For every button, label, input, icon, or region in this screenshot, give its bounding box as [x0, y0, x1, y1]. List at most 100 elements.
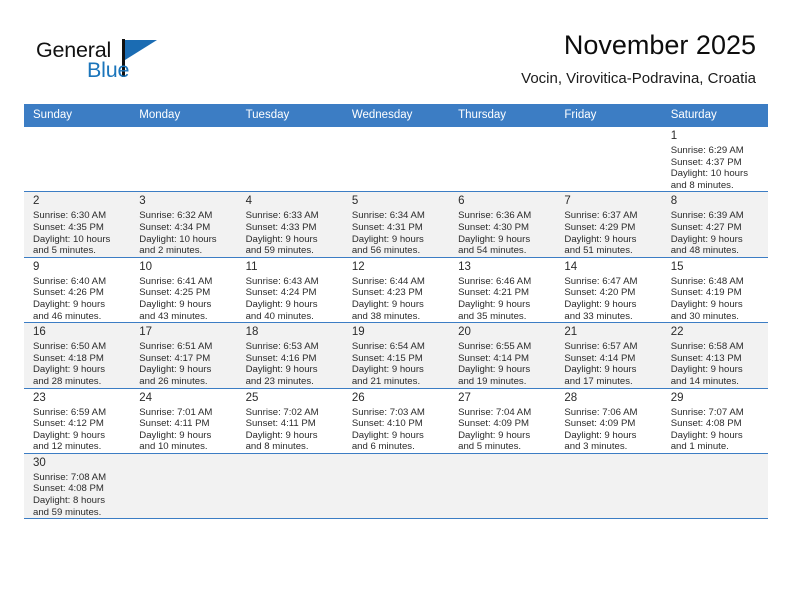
page-header: General Blue November 2025 Vocin, Virovi…: [0, 0, 792, 100]
calendar-cell-empty: [555, 453, 662, 520]
calendar-day-cell[interactable]: 21 Sunrise: 6:57 AM Sunset: 4:14 PM Dayligh…: [555, 322, 662, 389]
day-sun-info: Sunrise: 6:33 AM Sunset: 4:33 PM Daylight:…: [246, 210, 336, 256]
calendar-day-cell[interactable]: 6 Sunrise: 6:36 AM Sunset: 4:30 PM Daylight…: [449, 191, 556, 258]
calendar-day-cell[interactable]: 3 Sunrise: 6:32 AM Sunset: 4:34 PM Daylight…: [130, 191, 237, 258]
day-sunset-text: Sunset: 4:24 PM: [245, 287, 317, 299]
day-sunrise-text: Sunrise: 7:08 AM: [33, 471, 107, 483]
calendar-cell-empty: [236, 127, 343, 193]
calendar-day-cell[interactable]: 16 Sunrise: 6:50 AM Sunset: 4:18 PM Dayligh…: [24, 322, 131, 389]
calendar-cell-empty: [449, 453, 556, 520]
day-cell-content: 4 Sunrise: 6:33 AM Sunset: 4:33 PM Daylight…: [237, 192, 343, 256]
day-daylight-line1-text: Daylight: 9 hours: [33, 298, 105, 310]
day-daylight-line2-text: and 14 minutes.: [670, 375, 739, 387]
calendar-day-cell[interactable]: 4 Sunrise: 6:33 AM Sunset: 4:33 PM Daylight…: [236, 191, 343, 258]
day-sunset-text: Sunset: 4:29 PM: [564, 221, 636, 233]
day-cell-content: 13 Sunrise: 6:46 AM Sunset: 4:21 PM Dayligh…: [449, 258, 555, 322]
day-number: 4: [245, 195, 252, 208]
day-sun-info: Sunrise: 7:03 AM Sunset: 4:10 PM Daylight:…: [352, 407, 442, 453]
calendar-day-cell[interactable]: 30 Sunrise: 7:08 AM Sunset: 4:08 PM Dayligh…: [24, 453, 131, 520]
day-daylight-line2-text: and 51 minutes.: [564, 245, 633, 257]
calendar-day-cell[interactable]: 10 Sunrise: 6:41 AM Sunset: 4:25 PM Dayligh…: [130, 257, 237, 324]
day-daylight-line2-text: and 8 minutes.: [670, 179, 734, 191]
day-cell-content: 27 Sunrise: 7:04 AM Sunset: 4:09 PM Dayligh…: [449, 389, 555, 453]
calendar-day-cell[interactable]: 9 Sunrise: 6:40 AM Sunset: 4:26 PM Daylight…: [24, 257, 131, 324]
calendar-day-cell[interactable]: 17 Sunrise: 6:51 AM Sunset: 4:17 PM Dayligh…: [130, 322, 237, 389]
day-number: 22: [670, 326, 684, 339]
day-number: 1: [670, 130, 678, 142]
day-sun-info: Sunrise: 6:39 AM Sunset: 4:27 PM Daylight:…: [671, 210, 761, 256]
day-sunrise-text: Sunrise: 6:43 AM: [245, 275, 319, 287]
calendar-day-cell[interactable]: 18 Sunrise: 6:53 AM Sunset: 4:16 PM Dayligh…: [236, 322, 343, 389]
weekday-header-wednesday: Wednesday: [342, 104, 450, 127]
day-sun-info: Sunrise: 7:04 AM Sunset: 4:09 PM Daylight:…: [458, 407, 548, 453]
day-sunset-text: Sunset: 4:09 PM: [458, 418, 530, 430]
day-cell-content: 15 Sunrise: 6:48 AM Sunset: 4:19 PM Dayligh…: [662, 258, 768, 322]
day-sunrise-text: Sunrise: 7:04 AM: [458, 406, 532, 418]
calendar-day-cell[interactable]: 20 Sunrise: 6:55 AM Sunset: 4:14 PM Dayligh…: [449, 322, 556, 389]
day-daylight-line1-text: Daylight: 9 hours: [139, 298, 212, 310]
day-cell-content: 6 Sunrise: 6:36 AM Sunset: 4:30 PM Daylight…: [449, 192, 555, 256]
day-sunrise-text: Sunrise: 6:32 AM: [139, 210, 213, 222]
day-cell-content: 16 Sunrise: 6:50 AM Sunset: 4:18 PM Dayligh…: [24, 323, 130, 387]
day-sun-info: Sunrise: 6:43 AM Sunset: 4:24 PM Daylight:…: [246, 276, 336, 322]
calendar-day-cell[interactable]: 8 Sunrise: 6:39 AM Sunset: 4:27 PM Daylight…: [661, 191, 768, 258]
calendar-header-row: Sunday Monday Tuesday Wednesday Thursday…: [24, 104, 768, 127]
calendar-day-cell[interactable]: 14 Sunrise: 6:47 AM Sunset: 4:20 PM Dayligh…: [555, 257, 662, 324]
calendar-day-cell[interactable]: 2 Sunrise: 6:30 AM Sunset: 4:35 PM Daylight…: [24, 191, 131, 258]
calendar-day-cell[interactable]: 5 Sunrise: 6:34 AM Sunset: 4:31 PM Daylight…: [342, 191, 450, 258]
calendar-day-cell[interactable]: 19 Sunrise: 6:54 AM Sunset: 4:15 PM Dayligh…: [342, 322, 450, 389]
weekday-header-tuesday: Tuesday: [236, 104, 343, 127]
day-cell-content: 18 Sunrise: 6:53 AM Sunset: 4:16 PM Dayligh…: [237, 323, 343, 387]
day-number: 28: [564, 391, 578, 404]
day-cell-content: 14 Sunrise: 6:47 AM Sunset: 4:20 PM Dayligh…: [555, 258, 661, 322]
day-cell-content: 25 Sunrise: 7:02 AM Sunset: 4:11 PM Dayligh…: [237, 389, 343, 453]
day-cell-content: 23 Sunrise: 6:59 AM Sunset: 4:12 PM Dayligh…: [24, 389, 130, 453]
day-number: 10: [139, 260, 153, 273]
calendar-day-cell[interactable]: 25 Sunrise: 7:02 AM Sunset: 4:11 PM Dayligh…: [236, 388, 343, 454]
day-sunset-text: Sunset: 4:26 PM: [33, 287, 104, 299]
day-sunrise-text: Sunrise: 6:53 AM: [245, 341, 319, 353]
calendar-day-cell[interactable]: 11 Sunrise: 6:43 AM Sunset: 4:24 PM Dayligh…: [236, 257, 343, 324]
calendar-cell-empty: [661, 453, 768, 520]
day-daylight-line1-text: Daylight: 9 hours: [245, 298, 318, 310]
calendar-day-cell[interactable]: 29 Sunrise: 7:07 AM Sunset: 4:08 PM Dayligh…: [661, 388, 768, 454]
day-cell-content: 9 Sunrise: 6:40 AM Sunset: 4:26 PM Daylight…: [24, 258, 130, 322]
calendar-day-cell[interactable]: 12 Sunrise: 6:44 AM Sunset: 4:23 PM Dayligh…: [342, 257, 450, 324]
calendar-cell-empty: [342, 127, 450, 193]
day-number: 21: [564, 326, 578, 339]
day-cell-content: 5 Sunrise: 6:34 AM Sunset: 4:31 PM Daylight…: [343, 192, 449, 256]
calendar-day-cell[interactable]: 1 Sunrise: 6:29 AM Sunset: 4:37 PM Daylight…: [661, 127, 768, 193]
day-sunrise-text: Sunrise: 7:02 AM: [245, 406, 319, 418]
day-sunrise-text: Sunrise: 6:41 AM: [139, 275, 213, 287]
day-sunrise-text: Sunrise: 6:40 AM: [33, 275, 107, 287]
day-sunset-text: Sunset: 4:25 PM: [139, 287, 211, 299]
day-daylight-line1-text: Daylight: 9 hours: [351, 233, 424, 245]
day-sunset-text: Sunset: 4:20 PM: [564, 287, 636, 299]
day-cell-content: 2 Sunrise: 6:30 AM Sunset: 4:35 PM Daylight…: [24, 192, 130, 256]
calendar-day-cell[interactable]: 22 Sunrise: 6:58 AM Sunset: 4:13 PM Dayligh…: [661, 322, 768, 389]
calendar-body: 1 Sunrise: 6:29 AM Sunset: 4:37 PM Daylight…: [24, 127, 768, 520]
day-daylight-line1-text: Daylight: 9 hours: [564, 364, 637, 376]
calendar-cell-empty: [130, 453, 237, 520]
day-cell-content: 11 Sunrise: 6:43 AM Sunset: 4:24 PM Dayligh…: [237, 258, 343, 322]
day-number: 16: [33, 326, 46, 339]
day-sunset-text: Sunset: 4:08 PM: [670, 418, 742, 430]
calendar-day-cell[interactable]: 13 Sunrise: 6:46 AM Sunset: 4:21 PM Dayligh…: [449, 257, 556, 324]
general-blue-logo[interactable]: General Blue: [36, 38, 236, 90]
day-daylight-line2-text: and 12 minutes.: [33, 441, 102, 453]
calendar-day-cell[interactable]: 23 Sunrise: 6:59 AM Sunset: 4:12 PM Dayligh…: [24, 388, 131, 454]
calendar-day-cell[interactable]: 27 Sunrise: 7:04 AM Sunset: 4:09 PM Dayligh…: [449, 388, 556, 454]
calendar-day-cell[interactable]: 15 Sunrise: 6:48 AM Sunset: 4:19 PM Dayligh…: [661, 257, 768, 324]
day-daylight-line2-text: and 23 minutes.: [245, 375, 314, 387]
calendar-day-cell[interactable]: 24 Sunrise: 7:01 AM Sunset: 4:11 PM Dayligh…: [130, 388, 237, 454]
day-sunset-text: Sunset: 4:34 PM: [139, 221, 211, 233]
calendar-day-cell[interactable]: 26 Sunrise: 7:03 AM Sunset: 4:10 PM Dayligh…: [342, 388, 450, 454]
calendar-week-row: 9 Sunrise: 6:40 AM Sunset: 4:26 PM Daylight…: [24, 257, 768, 324]
day-sun-info: Sunrise: 7:02 AM Sunset: 4:11 PM Daylight:…: [246, 407, 336, 453]
calendar-day-cell[interactable]: 28 Sunrise: 7:06 AM Sunset: 4:09 PM Dayligh…: [555, 388, 662, 454]
day-number: 3: [139, 195, 146, 208]
day-daylight-line2-text: and 5 minutes.: [458, 441, 522, 453]
calendar-day-cell[interactable]: 7 Sunrise: 6:37 AM Sunset: 4:29 PM Daylight…: [555, 191, 662, 258]
day-cell-content: 26 Sunrise: 7:03 AM Sunset: 4:10 PM Dayligh…: [343, 389, 449, 453]
day-sunrise-text: Sunrise: 6:39 AM: [670, 210, 744, 222]
